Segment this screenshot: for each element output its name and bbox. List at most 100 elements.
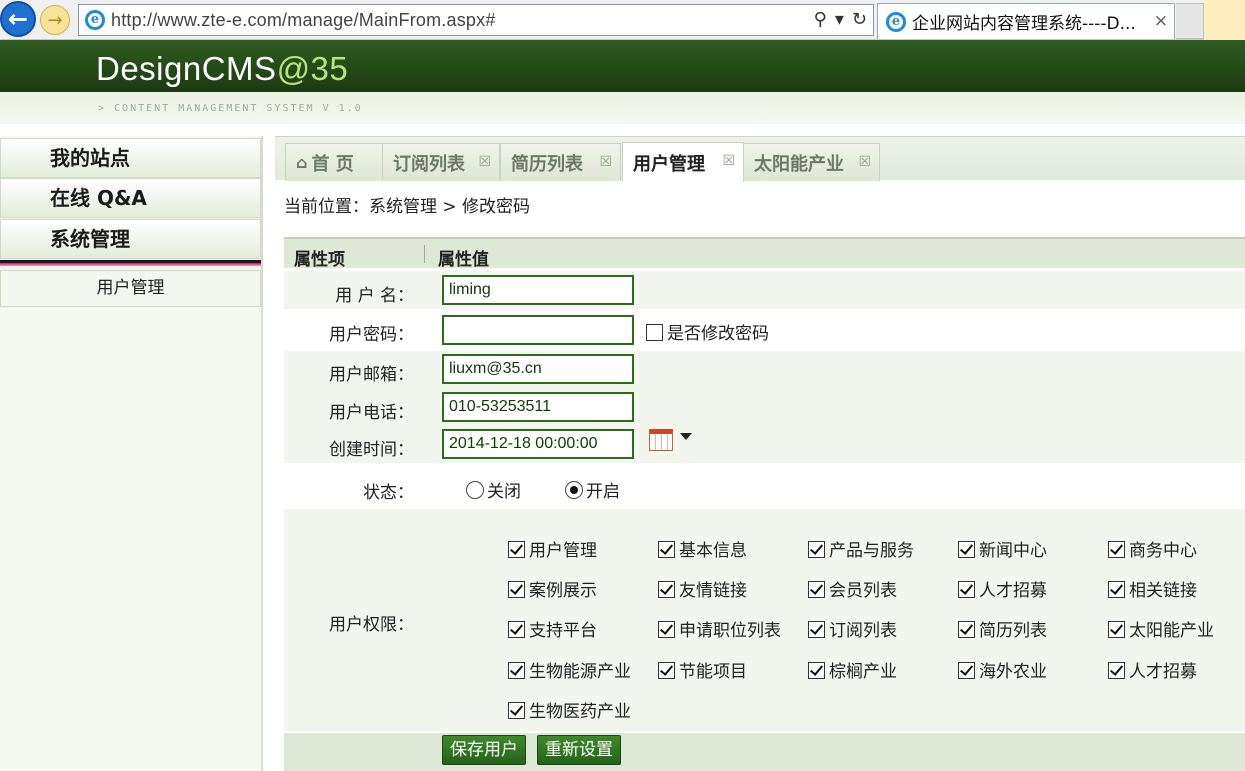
form-row-permissions: 用户权限： 用户管理 基本信息 产品与服务 新闻中心 商务中心 案例展示 友情链接 会员列表人… (284, 509, 1245, 731)
permission-option[interactable]: 产品与服务 (808, 536, 914, 561)
permission-checkbox[interactable] (658, 581, 675, 598)
permission-option[interactable]: 友情链接 (658, 576, 747, 601)
radio-off[interactable] (466, 481, 484, 499)
permission-checkbox[interactable] (508, 581, 525, 598)
permission-checkbox[interactable] (958, 541, 975, 558)
tab-bar: ⌂ 首 页 订阅列表 ☒ 简历列表 ☒ 用户管理 ☒ 太阳能产业 ☒ (275, 136, 1245, 182)
permission-checkbox[interactable] (808, 541, 825, 558)
form-row-phone: 用户电话： 010-53253511 (284, 389, 1245, 427)
permission-option[interactable]: 棕榈产业 (808, 657, 897, 682)
form-header: 属性项 属性值 (284, 237, 1245, 270)
sidebar-item-my-site[interactable]: 我的站点 (0, 138, 261, 178)
close-icon[interactable]: ☒ (722, 153, 735, 169)
permission-option[interactable]: 申请职位列表 (658, 616, 781, 641)
status-on-option[interactable]: 开启 (565, 477, 620, 502)
permission-option[interactable]: 商务中心 (1108, 536, 1197, 561)
permission-option[interactable]: 用户管理 (508, 536, 597, 561)
change-password-option[interactable]: 是否修改密码 (646, 319, 769, 344)
permission-checkbox[interactable] (1108, 621, 1125, 638)
created-time-field[interactable]: 2014-12-18 00:00:00 (442, 429, 634, 459)
url-text[interactable]: http://www.zte-e.com/manage/MainFrom.asp… (111, 10, 496, 31)
action-bar: 保存用户 重新设置 (284, 733, 1245, 771)
change-password-checkbox[interactable] (646, 324, 663, 341)
sidebar-subitem-user-management[interactable]: 用户管理 (0, 270, 261, 307)
permission-option[interactable]: 生物医药产业 (508, 697, 631, 722)
back-arrow-icon[interactable]: ← (0, 1, 36, 37)
browser-tab[interactable]: e 企业网站内容管理系统----D... × (877, 3, 1175, 39)
permission-option[interactable]: 节能项目 (658, 657, 747, 682)
permission-checkbox[interactable] (808, 621, 825, 638)
forward-arrow-icon[interactable]: → (40, 5, 70, 35)
close-icon[interactable]: ☒ (858, 154, 871, 170)
permission-option[interactable]: 会员列表 (808, 576, 897, 601)
tab-solar-industry[interactable]: 太阳能产业 ☒ (743, 143, 880, 181)
permission-checkbox[interactable] (1108, 541, 1125, 558)
tab-home[interactable]: ⌂ 首 页 (285, 143, 386, 181)
permission-checkbox[interactable] (508, 541, 525, 558)
sidebar-item-system[interactable]: 系统管理 (0, 219, 261, 259)
chevron-down-icon[interactable] (680, 433, 692, 440)
permission-option[interactable]: 生物能源产业 (508, 657, 631, 682)
permission-checkbox[interactable] (958, 662, 975, 679)
chevron-down-icon[interactable]: ▾ (835, 9, 844, 30)
permission-checkbox[interactable] (508, 621, 525, 638)
permission-checkbox[interactable] (508, 662, 525, 679)
permission-label: 简历列表 (979, 621, 1047, 641)
permission-label: 案例展示 (529, 581, 597, 601)
permission-checkbox[interactable] (658, 541, 675, 558)
form-header-key: 属性项 (294, 250, 345, 270)
password-field[interactable] (442, 315, 634, 345)
permission-option[interactable]: 支持平台 (508, 616, 597, 641)
close-icon[interactable]: ☒ (478, 154, 491, 170)
tagline: > CONTENT MANAGEMENT SYSTEM V 1.0 (98, 103, 363, 114)
permission-checkbox[interactable] (808, 581, 825, 598)
close-icon[interactable]: ☒ (599, 154, 612, 170)
phone-field[interactable]: 010-53253511 (442, 392, 634, 422)
permission-checkbox[interactable] (958, 621, 975, 638)
permission-label: 用户管理 (529, 541, 597, 561)
reset-button[interactable]: 重新设置 (537, 735, 621, 765)
permission-option[interactable]: 新闻中心 (958, 536, 1047, 561)
form-row-status: 状态： 关闭 开启 (284, 465, 1245, 507)
permission-option[interactable]: 人才招募 (1108, 657, 1197, 682)
radio-on[interactable] (565, 481, 583, 499)
new-tab-button[interactable] (1176, 3, 1204, 39)
tab-user-management[interactable]: 用户管理 ☒ (622, 142, 744, 182)
permission-label: 会员列表 (829, 581, 897, 601)
username-label: 用 户 名： (335, 286, 414, 306)
address-bar[interactable]: e http://www.zte-e.com/manage/MainFrom.a… (78, 4, 874, 36)
permission-option[interactable]: 太阳能产业 (1108, 616, 1214, 641)
status-off-option[interactable]: 关闭 (466, 477, 521, 502)
permission-option[interactable]: 相关链接 (1108, 576, 1197, 601)
search-icon[interactable]: ⚲ (814, 9, 827, 30)
tab-resumes[interactable]: 简历列表 ☒ (500, 143, 621, 181)
username-field[interactable]: liming (442, 275, 634, 305)
permission-checkbox[interactable] (508, 702, 525, 719)
permission-checkbox[interactable] (1108, 662, 1125, 679)
browser-toolbar: ← → e http://www.zte-e.com/manage/MainFr… (0, 0, 1245, 40)
permission-option[interactable]: 案例展示 (508, 576, 597, 601)
permission-option[interactable]: 基本信息 (658, 536, 747, 561)
permission-option[interactable]: 海外农业 (958, 657, 1047, 682)
permission-checkbox[interactable] (808, 662, 825, 679)
sidebar-item-qa[interactable]: 在线 Q&A (0, 178, 261, 218)
logo-at: @35 (276, 50, 349, 87)
permission-option[interactable]: 简历列表 (958, 616, 1047, 641)
permission-checkbox[interactable] (958, 581, 975, 598)
permission-option[interactable]: 人才招募 (958, 576, 1047, 601)
permission-label: 海外农业 (979, 662, 1047, 682)
tab-subscriptions[interactable]: 订阅列表 ☒ (382, 143, 500, 181)
email-field[interactable]: liuxm@35.cn (442, 354, 634, 384)
permission-option[interactable]: 订阅列表 (808, 616, 897, 641)
close-icon[interactable]: × (1154, 11, 1168, 31)
form-row-created: 创建时间： 2014-12-18 00:00:00 (284, 427, 1245, 463)
permission-checkbox[interactable] (658, 662, 675, 679)
password-label: 用户密码： (329, 325, 414, 345)
refresh-icon[interactable]: ↻ (852, 9, 867, 30)
permissions-label: 用户权限： (329, 615, 414, 635)
permission-checkbox[interactable] (1108, 581, 1125, 598)
permission-label: 人才招募 (1129, 662, 1197, 682)
permission-checkbox[interactable] (658, 621, 675, 638)
save-user-button[interactable]: 保存用户 (442, 735, 526, 765)
calendar-icon[interactable] (649, 429, 673, 451)
